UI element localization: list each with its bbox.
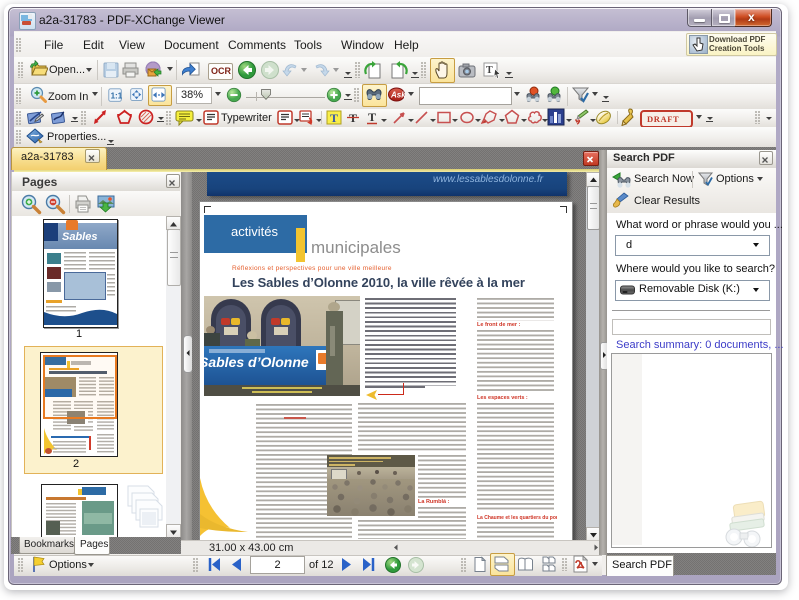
- svg-text:T: T: [486, 65, 493, 76]
- svg-text:T: T: [330, 111, 338, 125]
- svg-text:T: T: [368, 110, 376, 124]
- svg-text:Ask: Ask: [390, 91, 405, 100]
- svg-text:1:1: 1:1: [111, 92, 123, 101]
